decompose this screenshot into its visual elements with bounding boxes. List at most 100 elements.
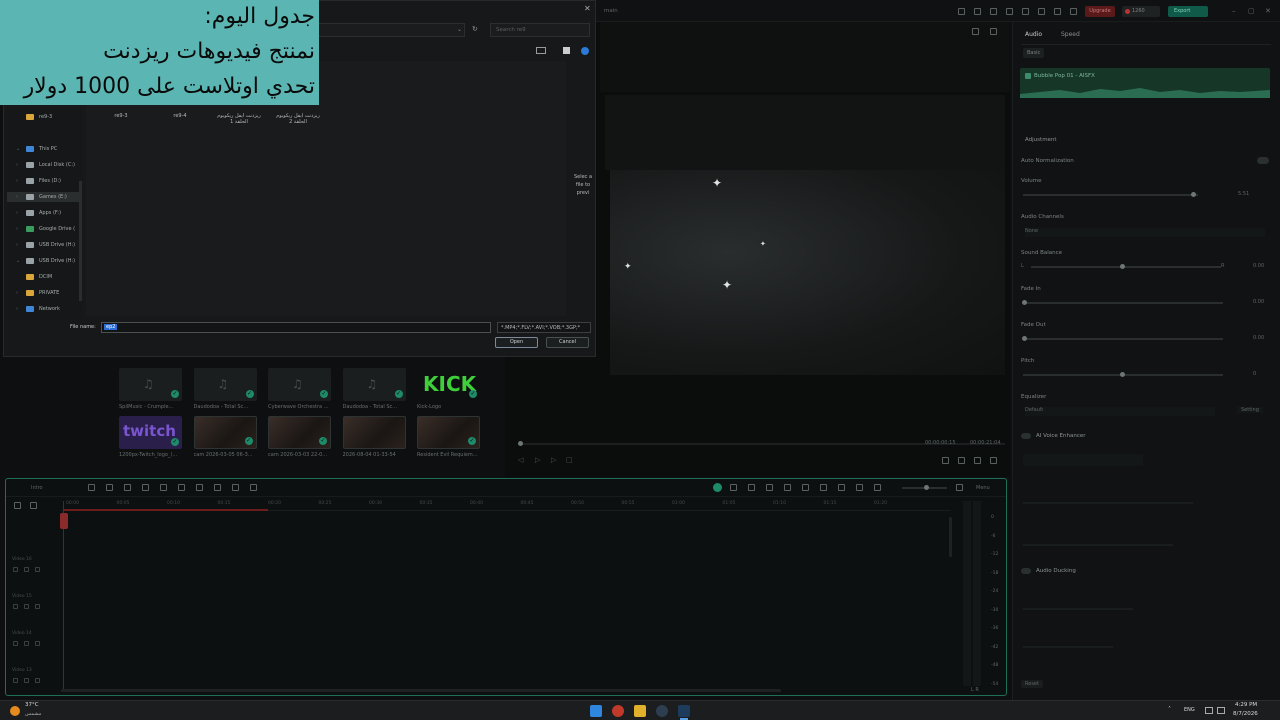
chevron-right-icon[interactable]: › bbox=[16, 288, 18, 298]
home-icon[interactable] bbox=[958, 8, 965, 15]
video-editor-icon[interactable] bbox=[678, 705, 690, 717]
split-icon[interactable] bbox=[88, 484, 95, 491]
nav-item[interactable]: ⌄ USB Drive (H:) bbox=[7, 256, 82, 266]
file-explorer-icon[interactable] bbox=[634, 705, 646, 717]
export-button[interactable]: Export bbox=[1168, 6, 1208, 17]
lock-icon[interactable] bbox=[13, 641, 18, 646]
fade-out-slider[interactable] bbox=[1023, 338, 1223, 340]
project-label[interactable]: Intro bbox=[31, 485, 43, 491]
close-dialog-icon[interactable]: ✕ bbox=[584, 4, 591, 13]
nav-item[interactable]: ⌄ This PC bbox=[7, 144, 82, 154]
audio-icon[interactable] bbox=[24, 678, 29, 683]
credits-badge[interactable]: 1260 bbox=[1122, 6, 1160, 17]
reset-button[interactable]: Reset bbox=[1021, 680, 1043, 688]
save-icon[interactable] bbox=[1054, 8, 1061, 15]
playhead-handle[interactable] bbox=[60, 513, 68, 529]
filename-value[interactable]: ep2 bbox=[104, 324, 118, 330]
audio-ducking-toggle[interactable] bbox=[1021, 568, 1031, 574]
grid-icon[interactable] bbox=[1006, 8, 1013, 15]
media-thumbnail[interactable]: twitch ✓ bbox=[119, 416, 182, 449]
auto-normalization-toggle[interactable] bbox=[1257, 157, 1269, 164]
chevron-right-icon[interactable]: › bbox=[16, 208, 18, 218]
filetype-select[interactable]: *.MP4;*.FLV;*.AVI;*.VOB;*.3GP;* bbox=[497, 322, 591, 333]
nav-item[interactable]: › Games (E:) bbox=[7, 192, 82, 202]
media-thumbnail[interactable]: ✓ bbox=[193, 416, 257, 449]
media-thumbnail[interactable]: ✓ bbox=[268, 416, 331, 449]
fade-in-knob[interactable] bbox=[1022, 300, 1027, 305]
display-icon[interactable] bbox=[990, 28, 997, 35]
gift-icon[interactable] bbox=[1070, 8, 1077, 15]
expand-icon[interactable] bbox=[990, 457, 997, 464]
weather-icon[interactable] bbox=[10, 706, 20, 716]
media-thumbnail[interactable]: ♫ ✓ bbox=[193, 368, 257, 401]
lock-icon[interactable] bbox=[13, 678, 18, 683]
subtab-basic[interactable]: Basic bbox=[1023, 48, 1045, 58]
chevron-right-icon[interactable]: › bbox=[16, 224, 18, 234]
timeline-scrollbar[interactable] bbox=[61, 689, 781, 692]
audio-icon[interactable] bbox=[24, 604, 29, 609]
nav-scrollbar[interactable] bbox=[79, 181, 82, 301]
audio-icon[interactable] bbox=[24, 567, 29, 572]
audio-clip-card[interactable]: Bubble Pop 01 - AISFX bbox=[1020, 68, 1270, 98]
crop-icon[interactable] bbox=[178, 484, 185, 491]
steam-icon[interactable] bbox=[656, 705, 668, 717]
camera-icon[interactable] bbox=[958, 457, 965, 464]
speed-icon[interactable] bbox=[214, 484, 221, 491]
refresh-icon[interactable]: ↻ bbox=[472, 25, 478, 33]
close-window-icon[interactable]: ✕ bbox=[1265, 7, 1271, 15]
chevron-right-icon[interactable]: › bbox=[16, 192, 18, 202]
chevron-down-icon[interactable]: ⌄ bbox=[16, 256, 20, 266]
link-icon[interactable] bbox=[30, 502, 37, 509]
split-screen-icon[interactable] bbox=[874, 484, 881, 491]
playback-knob[interactable] bbox=[518, 441, 523, 446]
marker-icon[interactable] bbox=[748, 484, 755, 491]
prev-frame-icon[interactable]: ◁ bbox=[518, 456, 523, 464]
volume-value[interactable]: 5.51 bbox=[1238, 191, 1249, 197]
balance-value[interactable]: 0.00 bbox=[1253, 263, 1264, 269]
mic-icon[interactable] bbox=[730, 484, 737, 491]
fade-out-knob[interactable] bbox=[1022, 336, 1027, 341]
fade-in-slider[interactable] bbox=[1023, 302, 1223, 304]
chevron-right-icon[interactable]: › bbox=[16, 240, 18, 250]
language-indicator[interactable]: ENG bbox=[1184, 707, 1195, 713]
view-options-icon[interactable] bbox=[536, 47, 546, 54]
pitch-value[interactable]: 0 bbox=[1253, 371, 1256, 377]
media-thumbnail[interactable] bbox=[342, 416, 406, 449]
tab-speed[interactable]: Speed bbox=[1061, 31, 1080, 38]
tab-audio[interactable]: Audio bbox=[1025, 31, 1042, 38]
equalizer-select[interactable]: Default bbox=[1025, 407, 1215, 416]
eye-icon[interactable] bbox=[35, 641, 40, 646]
eye-icon[interactable] bbox=[35, 567, 40, 572]
layout-icon[interactable] bbox=[974, 8, 981, 15]
help-icon[interactable] bbox=[581, 47, 589, 55]
media-thumbnail[interactable]: ♫ ✓ bbox=[342, 368, 406, 401]
weather-temp[interactable]: 37°C bbox=[25, 702, 39, 708]
media-thumbnail[interactable]: ♫ ✓ bbox=[268, 368, 331, 401]
nav-item[interactable]: › PRIVATE bbox=[7, 288, 82, 298]
shield-icon[interactable] bbox=[802, 484, 809, 491]
lock-icon[interactable] bbox=[13, 567, 18, 572]
stop-icon[interactable]: □ bbox=[566, 456, 573, 464]
text-icon[interactable] bbox=[196, 484, 203, 491]
zoom-in-icon[interactable] bbox=[956, 484, 963, 491]
maximize-icon[interactable]: ▢ bbox=[1248, 7, 1255, 15]
nav-item[interactable]: › Network bbox=[7, 304, 82, 314]
zoom-knob[interactable] bbox=[924, 485, 929, 490]
delete-icon[interactable] bbox=[142, 484, 149, 491]
ai-voice-slider-2[interactable] bbox=[1023, 544, 1173, 546]
filename-input[interactable]: ep2 bbox=[101, 322, 491, 333]
play-icon[interactable]: ▷ bbox=[535, 456, 540, 464]
ducking-slider-2[interactable] bbox=[1023, 646, 1113, 648]
start-icon[interactable] bbox=[590, 705, 602, 717]
media-thumbnail[interactable]: ✓ bbox=[417, 416, 480, 449]
volume-slider[interactable] bbox=[1023, 194, 1198, 196]
tray-chevron-icon[interactable]: ˄ bbox=[1168, 706, 1171, 713]
nav-item[interactable]: › Files (D:) bbox=[7, 176, 82, 186]
clock-date[interactable]: 8/7/2026 bbox=[1233, 711, 1258, 717]
nav-item[interactable]: › USB Drive (H:) bbox=[7, 240, 82, 250]
search-input[interactable]: Search re9 bbox=[490, 23, 590, 37]
next-frame-icon[interactable]: ▷ bbox=[551, 456, 556, 464]
upgrade-button[interactable]: Upgrade bbox=[1085, 6, 1115, 17]
nav-item[interactable]: › Google Drive ( bbox=[7, 224, 82, 234]
nav-item[interactable]: re9-3 bbox=[7, 112, 82, 122]
